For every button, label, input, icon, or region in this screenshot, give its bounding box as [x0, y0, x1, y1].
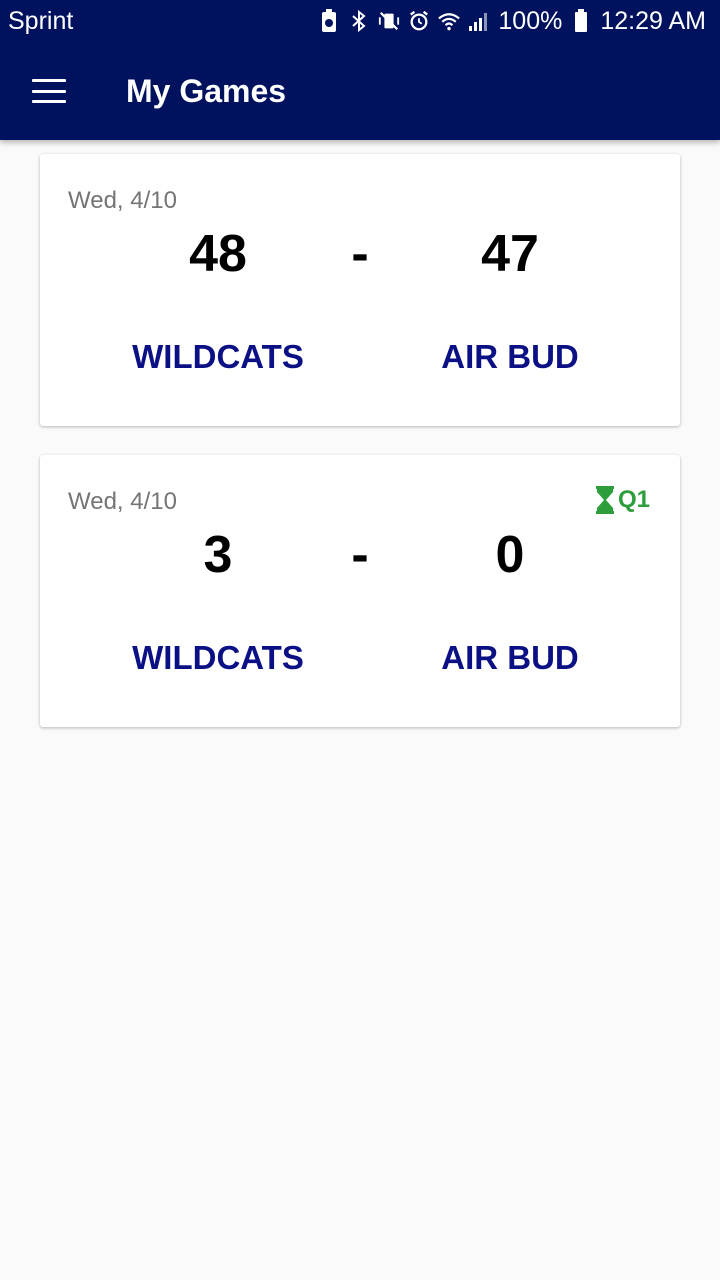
bluetooth-icon — [348, 8, 370, 34]
carrier-name: Sprint — [8, 6, 74, 35]
home-team-name: WILDCATS — [132, 338, 304, 375]
status-icons: 100% 12:29 AM — [318, 7, 706, 36]
vibrate-mute-icon — [378, 8, 400, 34]
live-period-indicator: Q1 — [595, 486, 650, 514]
battery-saver-icon — [318, 8, 340, 34]
app-bar: My Games — [0, 42, 720, 140]
home-score: 3 — [203, 526, 233, 584]
battery-percent: 100% — [498, 6, 563, 35]
page-title: My Games — [126, 72, 287, 109]
away-team-name: AIR BUD — [441, 338, 579, 375]
games-list: Wed, 4/10 48 - 47 WILDCATS AIR BUD Wed, … — [40, 154, 680, 756]
home-team-name: WILDCATS — [132, 639, 304, 676]
score-separator: - — [351, 526, 369, 584]
game-date: Wed, 4/10 — [68, 488, 177, 515]
game-card[interactable]: Wed, 4/10 48 - 47 WILDCATS AIR BUD — [40, 154, 680, 426]
home-score: 48 — [189, 225, 247, 283]
score-separator: - — [351, 225, 369, 283]
menu-button[interactable] — [0, 42, 100, 140]
hamburger-menu-icon — [32, 79, 66, 103]
game-date: Wed, 4/10 — [68, 187, 177, 214]
wifi-icon — [438, 8, 461, 34]
alarm-icon — [408, 8, 430, 34]
clock: 12:29 AM — [600, 6, 706, 35]
away-score: 0 — [495, 526, 525, 584]
game-card[interactable]: Wed, 4/10 Q1 3 - 0 WILDCATS AIR BUD — [40, 455, 680, 727]
status-bar: Sprint 100% 12:29 AM — [0, 0, 720, 42]
period-label: Q1 — [617, 486, 650, 513]
away-team-name: AIR BUD — [441, 639, 579, 676]
signal-icon — [468, 8, 490, 34]
battery-icon — [570, 8, 592, 34]
away-score: 47 — [481, 225, 539, 283]
hourglass-icon — [595, 486, 614, 514]
